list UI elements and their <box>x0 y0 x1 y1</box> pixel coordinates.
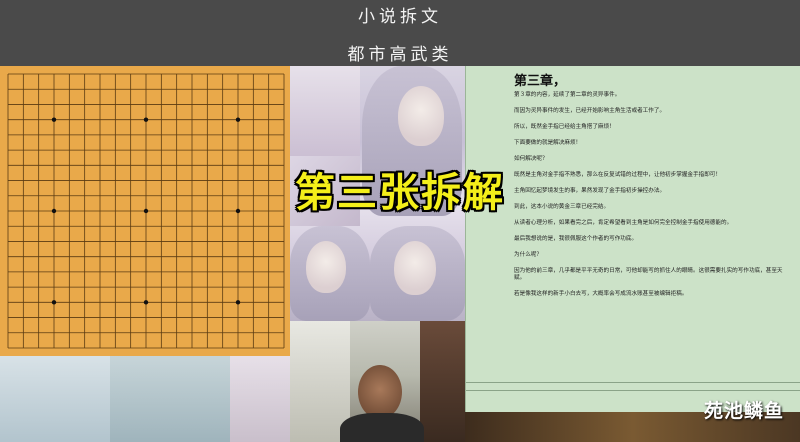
person-body <box>340 413 424 442</box>
document-panel: 第三章， 第３章的内容，延续了第二章的灵异事件。而因为灵异事件的发生，已经开始影… <box>465 66 800 412</box>
channel-watermark: 苑池鳞鱼 <box>703 400 784 422</box>
document-paragraph: 从读者心理分析，如果看完之后，肯定希望看到主角是如何完全控制金手指使用德能的。 <box>514 220 733 226</box>
character-face-2 <box>306 241 346 293</box>
character-face <box>398 86 444 146</box>
character-face-3 <box>394 241 436 295</box>
star-point <box>51 117 57 122</box>
document-paragraph: 所以，既然金手指已经给主角搭了麻烦！ <box>514 124 615 130</box>
document-paragraph: 因为他的前三章，几乎都是平平无奇的日常，可他却能写的抓住人的眼睛。这很需要扎实的… <box>514 268 783 281</box>
document-paragraph: 若是像我这样的新手小白去写，大概率会写成流水账甚至被编辑拒稿。 <box>514 291 688 297</box>
chapter-title: 第三章， <box>514 74 567 89</box>
bottom-tile-3 <box>230 356 290 442</box>
document-paragraph: 第３章的内容，延续了第二章的灵异事件。 <box>514 92 621 98</box>
header-line-2: 都市高武类 <box>347 45 453 65</box>
star-point <box>235 300 241 305</box>
overlay-caption: 第三张拆解 <box>295 170 505 216</box>
header-line-1: 小说拆文 <box>358 7 442 27</box>
bottom-tile-1 <box>0 356 110 442</box>
document-paragraph: 最后我想说的是，我很佩服这个作者的写作功底。 <box>514 236 638 242</box>
star-point <box>143 300 149 305</box>
document-paragraph: 而因为灵异事件的发生，已经开始影响主角生活或者工作了。 <box>514 108 666 114</box>
star-point <box>235 117 241 122</box>
divider-1 <box>466 382 800 383</box>
collage-tile-1 <box>290 66 360 156</box>
star-point <box>51 300 57 305</box>
person-face <box>358 365 402 419</box>
document-paragraph: 下面要做的就是解决麻烦！ <box>514 140 582 146</box>
star-point <box>143 117 149 122</box>
title-bar: 小说拆文 都市高武类 <box>0 0 800 66</box>
bottom-tile-2 <box>110 356 230 442</box>
bookshelf <box>420 321 465 442</box>
document-paragraph: 为什么呢？ <box>514 252 542 258</box>
anime-image-bottom <box>0 356 290 442</box>
divider-2 <box>466 390 800 391</box>
webcam-feed <box>290 321 465 442</box>
